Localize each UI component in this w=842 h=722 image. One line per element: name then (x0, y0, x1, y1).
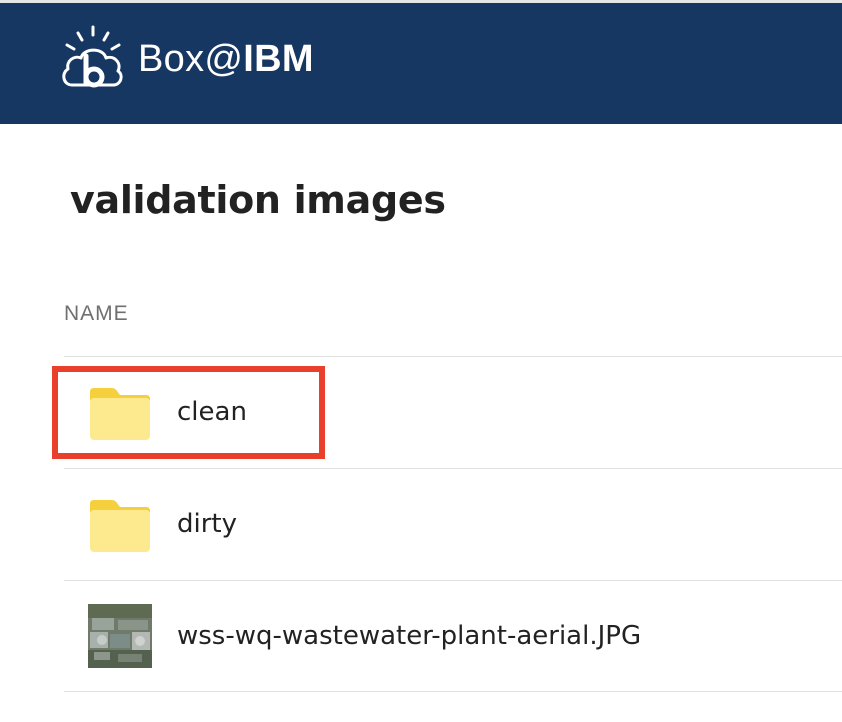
item-name[interactable]: dirty (177, 509, 237, 539)
logo-brand: Box@ (138, 38, 244, 80)
logo-org: IBM (243, 38, 314, 80)
page-title: validation images (70, 178, 446, 222)
folder-icon (90, 500, 150, 552)
divider (64, 691, 842, 692)
logo-text: Box@ IBM (138, 40, 314, 78)
image-thumbnail (88, 604, 152, 668)
highlight-box (52, 366, 325, 459)
app-header: Box@ IBM (0, 3, 842, 124)
column-header-name[interactable]: NAME (64, 302, 129, 326)
item-name[interactable]: wss-wq-wastewater-plant-aerial.JPG (177, 621, 641, 651)
box-logo-icon (62, 25, 123, 88)
box-ibm-logo[interactable]: Box@ IBM (58, 23, 314, 95)
list-item-file-image[interactable]: wss-wq-wastewater-plant-aerial.JPG (64, 581, 842, 691)
list-item-folder-dirty[interactable]: dirty (64, 469, 842, 579)
